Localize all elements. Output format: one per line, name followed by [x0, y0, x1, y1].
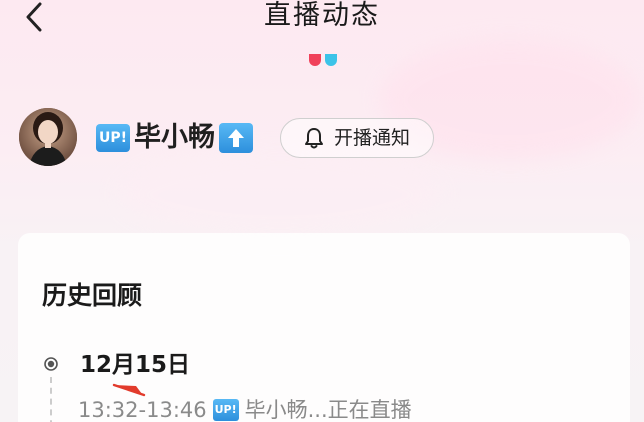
history-card: 历史回顾 12月15日 13:32-13:46 UP! 毕小畅...正在直播 [18, 233, 630, 422]
bell-icon [304, 128, 323, 149]
timeline-line [50, 377, 52, 422]
up-badge: UP! [212, 399, 239, 421]
brand-logo [309, 54, 337, 66]
pointer-arrow-icon [112, 383, 146, 397]
live-notify-button[interactable]: 开播通知 [280, 118, 434, 158]
history-entry[interactable]: 13:32-13:46 UP! 毕小畅...正在直播 [78, 396, 412, 422]
entry-date: 12月15日 [80, 352, 191, 378]
top-bar: 直播动态 [0, 0, 644, 34]
up-badge: UP! [96, 124, 130, 152]
page-title: 直播动态 [264, 0, 380, 31]
streamer-profile: UP! 毕小畅 开播通知 [19, 108, 619, 168]
up-arrow-icon [219, 123, 253, 153]
avatar-image [19, 108, 77, 166]
streamer-name-group[interactable]: UP! 毕小畅 [96, 122, 253, 154]
avatar[interactable] [19, 108, 77, 166]
streamer-name: 毕小畅 [134, 122, 215, 153]
section-title: 历史回顾 [42, 281, 143, 310]
timeline-dot-icon [44, 357, 58, 371]
notify-button-label: 开播通知 [333, 127, 410, 149]
entry-description: 毕小畅...正在直播 [244, 398, 412, 422]
entry-time: 13:32-13:46 [78, 398, 207, 422]
